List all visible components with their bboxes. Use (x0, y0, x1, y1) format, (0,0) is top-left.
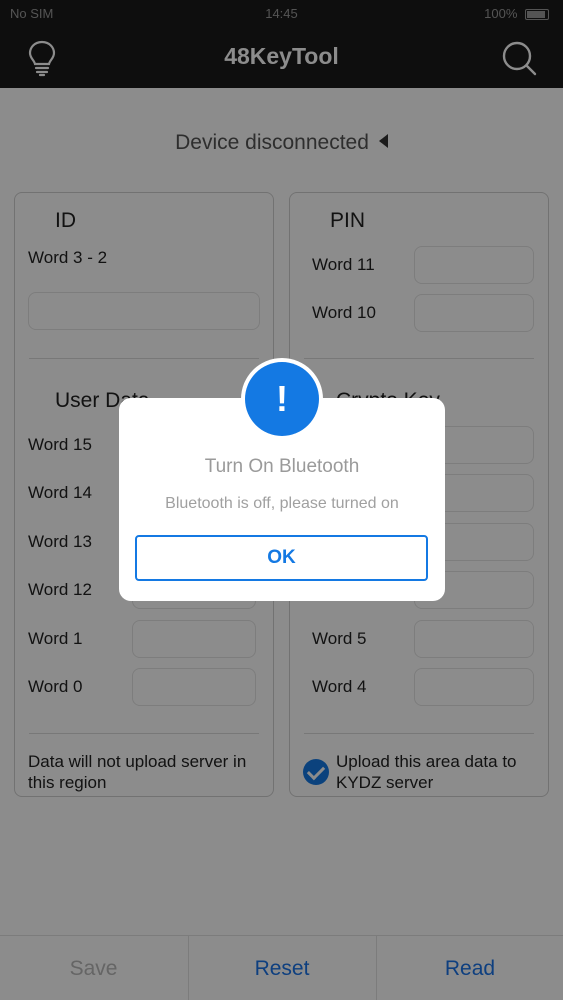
alert-badge: ! (241, 358, 323, 440)
exclamation-icon: ! (245, 362, 319, 436)
dialog-title: Turn On Bluetooth (204, 456, 360, 477)
ok-button[interactable]: OK (135, 535, 428, 581)
dialog-message: Bluetooth is off, please turned on (165, 495, 399, 512)
